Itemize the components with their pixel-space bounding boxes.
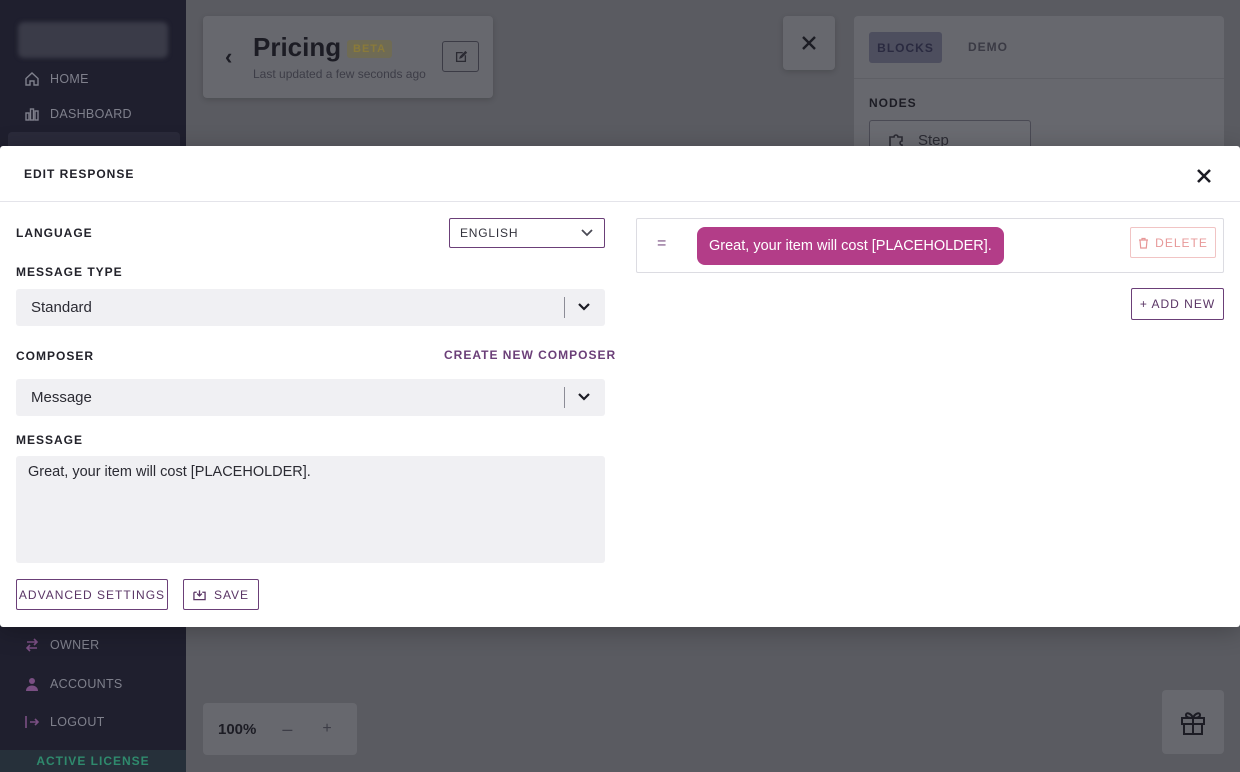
- beta-badge: BETA: [347, 40, 393, 58]
- page-header-card: ‹ Pricing BETA Last updated a few second…: [203, 16, 493, 98]
- composer-label: COMPOSER: [16, 349, 95, 363]
- zoom-out-button[interactable]: –: [282, 719, 292, 740]
- message-textarea[interactable]: Great, your item will cost [PLACEHOLDER]…: [16, 456, 605, 563]
- add-new-response-button[interactable]: + ADD NEW: [1131, 288, 1224, 320]
- advanced-settings-label: ADVANCED SETTINGS: [18, 587, 166, 602]
- sidebar-item-label: DASHBOARD: [50, 107, 132, 121]
- trash-icon: [1139, 237, 1149, 249]
- message-type-label: MESSAGE TYPE: [16, 265, 123, 279]
- zoom-in-button[interactable]: +: [322, 720, 331, 738]
- home-icon: [25, 72, 39, 86]
- delete-label: DELETE: [1155, 235, 1208, 250]
- user-icon: [26, 678, 38, 691]
- tab-blocks[interactable]: BLOCKS: [869, 32, 942, 63]
- sidebar-item-accounts[interactable]: ACCOUNTS: [24, 676, 123, 692]
- transfer-icon: [25, 638, 39, 652]
- zoom-controls: 100% – +: [203, 703, 357, 755]
- response-text: Great, your item will cost [PLACEHOLDER]…: [709, 238, 992, 254]
- edit-icon: [455, 50, 467, 62]
- zoom-level: 100%: [218, 720, 257, 738]
- modal-close-button[interactable]: [1190, 162, 1218, 190]
- close-icon: [1197, 169, 1211, 183]
- gift-icon: [1181, 712, 1205, 735]
- modal-title: EDIT RESPONSE: [24, 167, 135, 181]
- page-title: Pricing: [253, 32, 342, 62]
- sidebar-item-label: HOME: [50, 72, 89, 86]
- gift-button[interactable]: [1162, 690, 1224, 754]
- drag-handle-icon[interactable]: =: [657, 235, 666, 253]
- sidebar-item-owner[interactable]: OWNER: [24, 637, 99, 653]
- composer-select[interactable]: Message: [16, 379, 605, 416]
- add-new-label: + ADD NEW: [1139, 297, 1216, 311]
- sidebar-item-dashboard[interactable]: DASHBOARD: [24, 106, 132, 122]
- close-icon: [802, 36, 816, 50]
- license-badge: ACTIVE LICENSE: [0, 750, 186, 772]
- sidebar-item-home[interactable]: HOME: [24, 71, 89, 87]
- panel-divider: [854, 78, 1224, 79]
- composer-value: Message: [31, 389, 92, 406]
- message-type-value: Standard: [31, 299, 92, 316]
- sidebar-item-logout[interactable]: LOGOUT: [24, 714, 105, 730]
- language-label: LANGUAGE: [16, 226, 93, 240]
- save-icon: [193, 589, 206, 600]
- sidebar-item-label: LOGOUT: [50, 715, 105, 729]
- response-bubble[interactable]: Great, your item will cost [PLACEHOLDER]…: [697, 227, 1004, 265]
- dashboard-icon: [25, 108, 39, 121]
- save-label: SAVE: [213, 587, 250, 602]
- edit-title-button[interactable]: [442, 41, 479, 72]
- language-value: ENGLISH: [460, 226, 519, 240]
- delete-response-button[interactable]: DELETE: [1130, 227, 1216, 258]
- blocks-panel: BLOCKS DEMO NODES Step: [854, 16, 1224, 160]
- nodes-heading: NODES: [869, 96, 917, 110]
- sidebar-item-label: ACCOUNTS: [50, 677, 123, 691]
- sidebar-item-label: OWNER: [50, 638, 100, 652]
- chevron-down-icon: [578, 393, 590, 401]
- chevron-down-icon: [578, 303, 590, 311]
- edit-response-modal: EDIT RESPONSE LANGUAGE ENGLISH MESSAGE T…: [0, 146, 1240, 627]
- message-label: MESSAGE: [16, 433, 84, 447]
- advanced-settings-button[interactable]: ADVANCED SETTINGS: [16, 579, 168, 610]
- last-updated-text: Last updated a few seconds ago: [253, 67, 426, 81]
- create-new-composer-link[interactable]: CREATE NEW COMPOSER: [444, 348, 616, 362]
- select-separator: [564, 387, 565, 408]
- save-button[interactable]: SAVE: [183, 579, 259, 610]
- app-logo: [18, 22, 168, 58]
- back-chevron-icon[interactable]: ‹: [225, 44, 232, 70]
- modal-header: EDIT RESPONSE: [0, 146, 1240, 202]
- chevron-down-icon: [581, 229, 593, 237]
- logout-icon: [25, 716, 40, 728]
- tab-demo[interactable]: DEMO: [968, 40, 1008, 54]
- response-item: = Great, your item will cost [PLACEHOLDE…: [636, 218, 1224, 273]
- message-type-select[interactable]: Standard: [16, 289, 605, 326]
- canvas-close-button[interactable]: [783, 16, 835, 70]
- language-select[interactable]: ENGLISH: [449, 218, 605, 248]
- select-separator: [564, 297, 565, 318]
